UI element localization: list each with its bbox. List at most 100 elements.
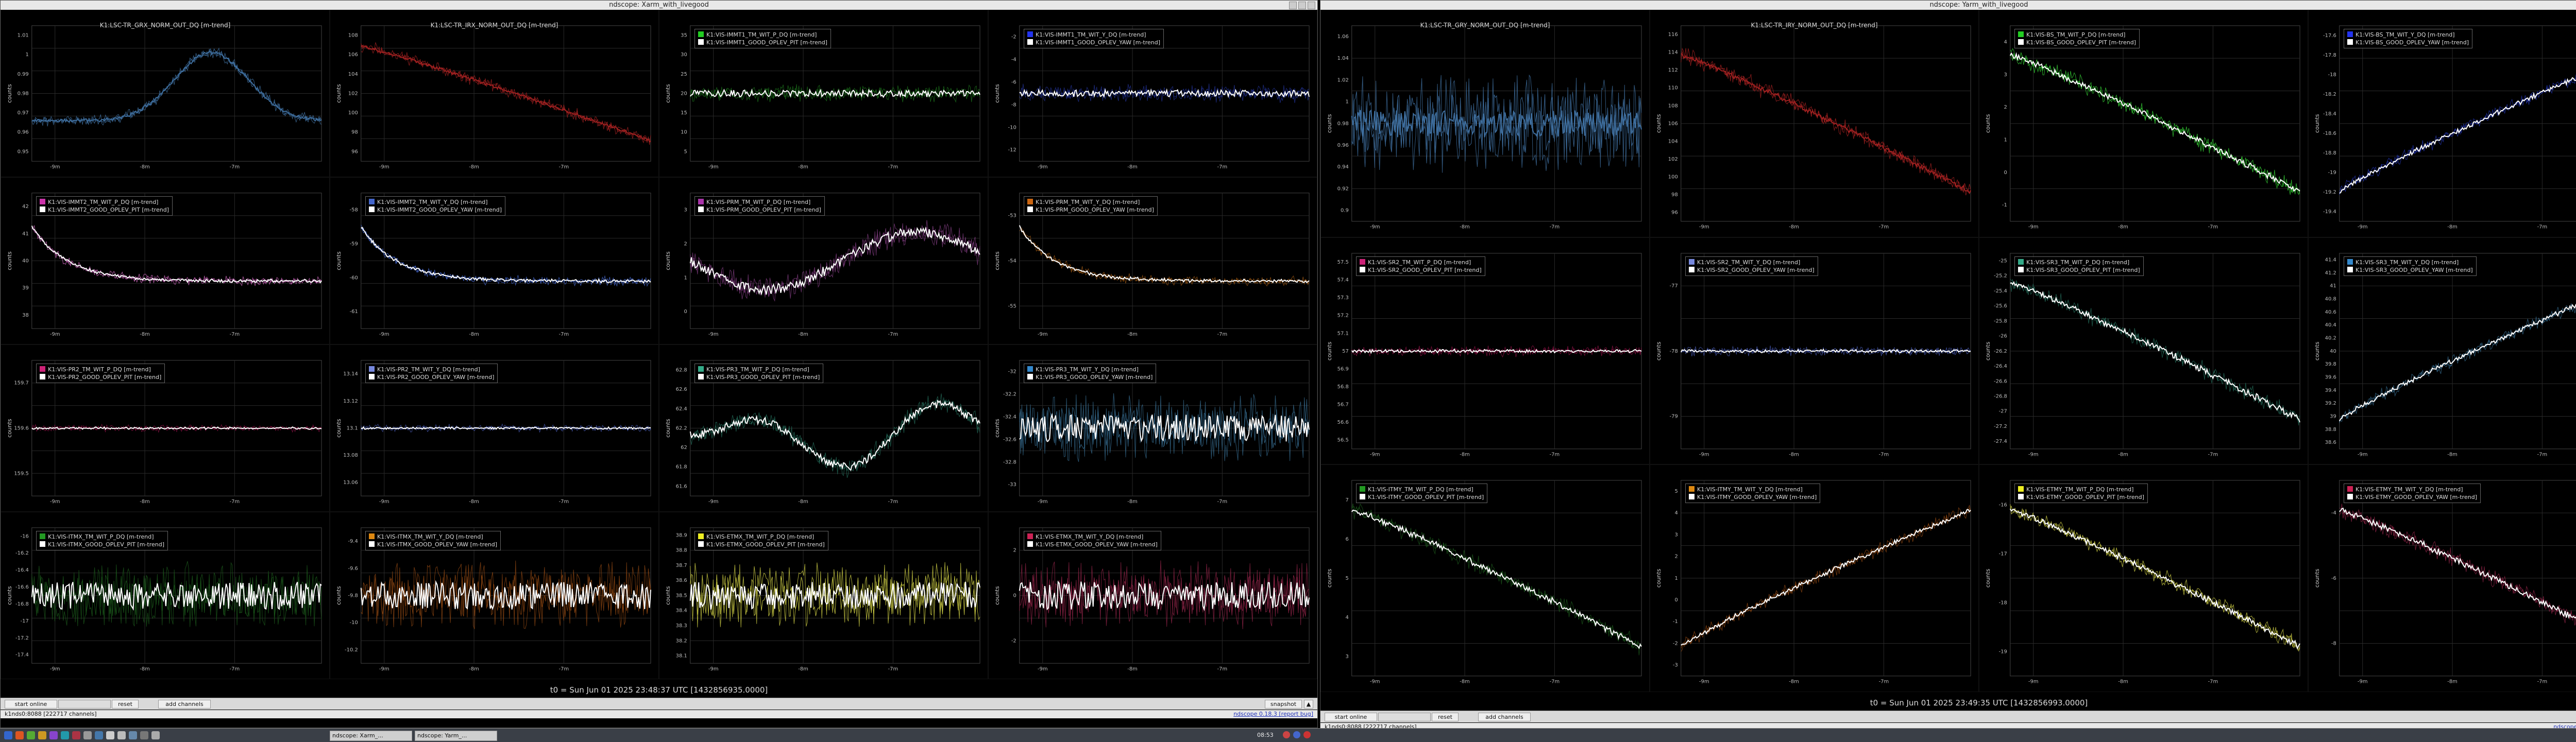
legend-entry[interactable]: K1:VIS-SR2_GOOD_OPLEV_PIT [m-trend] xyxy=(1360,266,1482,274)
plot-legend[interactable]: K1:VIS-SR3_TM_WIT_Y_DQ [m-trend] K1:VIS-S… xyxy=(2344,256,2477,276)
legend-entry[interactable]: K1:VIS-SR2_TM_WIT_P_DQ [m-trend] xyxy=(1360,258,1482,266)
legend-entry[interactable]: K1:VIS-SR3_TM_WIT_Y_DQ [m-trend] xyxy=(2347,258,2473,266)
legend-entry[interactable]: K1:VIS-ETMY_TM_WIT_P_DQ [m-trend] xyxy=(2018,486,2144,493)
taskbar-window-button[interactable]: ndscope: Xarm_... xyxy=(330,731,412,741)
legend-entry[interactable]: K1:VIS-ETMX_TM_WIT_P_DQ [m-trend] xyxy=(698,533,825,541)
legend-entry[interactable]: K1:VIS-ITMX_GOOD_OPLEV_PIT [m-trend] xyxy=(40,541,164,548)
plot-legend[interactable]: K1:VIS-PR3_TM_WIT_P_DQ [m-trend] K1:VIS-P… xyxy=(694,364,824,383)
plot-legend[interactable]: K1:VIS-IMMT2_TM_WIT_Y_DQ [m-trend] K1:VIS… xyxy=(365,196,506,216)
plot-legend[interactable]: K1:VIS-BS_TM_WIT_Y_DQ [m-trend] K1:VIS-BS… xyxy=(2344,29,2473,48)
legend-entry[interactable]: K1:VIS-IMMT1_TM_WIT_Y_DQ [m-trend] xyxy=(1027,31,1160,39)
legend-entry[interactable]: K1:VIS-IMMT2_TM_WIT_Y_DQ [m-trend] xyxy=(369,198,502,206)
plot-panel[interactable]: 57.5 57.4 57.3 57.2 57.1 57 56.9 56.8 56.7 56.6 56… xyxy=(1320,237,1650,465)
legend-entry[interactable]: K1:VIS-BS_TM_WIT_P_DQ [m-trend] xyxy=(2018,31,2136,39)
legend-entry[interactable]: K1:VIS-ITMY_TM_WIT_Y_DQ [m-trend] xyxy=(1689,486,1817,493)
legend-entry[interactable]: K1:VIS-SR2_GOOD_OPLEV_YAW [m-trend] xyxy=(1689,266,1815,274)
plot-canvas[interactable]: 108 106 104 102 100 98 96 -9m -8m -7m counts xyxy=(330,10,658,177)
plot-panel[interactable]: 13.14 13.12 13.1 13.08 13.06 -9m -8m -7m counts K… xyxy=(330,344,659,512)
legend-entry[interactable]: K1:VIS-BS_GOOD_OPLEV_YAW [m-trend] xyxy=(2347,39,2469,46)
legend-entry[interactable]: K1:VIS-ETMY_GOOD_OPLEV_YAW [m-trend] xyxy=(2347,493,2477,501)
plot-panel[interactable]: -32 -32.2 -32.4 -32.6 -32.8 -33 -9m -8m -7m count… xyxy=(988,344,1317,512)
taskbar-window-button[interactable]: ndscope: Yarm_... xyxy=(415,731,497,741)
plot-panel[interactable]: -53 -54 -55 -9m -8m -7m counts K1:VIS-PRM_TM_WI… xyxy=(988,177,1317,344)
plot-panel[interactable]: -58 -59 -60 -61 -9m -8m -7m counts K1:VIS-IMMT2_… xyxy=(330,177,659,344)
plot-panel[interactable]: -17.6 -17.8 -18 -18.2 -18.4 -18.6 -18.8 -19 -19.… xyxy=(2308,10,2576,237)
plot-legend[interactable]: K1:VIS-SR2_TM_WIT_Y_DQ [m-trend] K1:VIS-S… xyxy=(1685,256,1818,276)
window-titlebar[interactable]: ndscope: Xarm_with_livegood xyxy=(1,1,1317,10)
legend-entry[interactable]: K1:VIS-PR2_TM_WIT_Y_DQ [m-trend] xyxy=(369,366,494,373)
legend-entry[interactable]: K1:VIS-SR3_GOOD_OPLEV_YAW [m-trend] xyxy=(2347,266,2473,274)
plot-legend[interactable]: K1:VIS-PR2_TM_WIT_Y_DQ [m-trend] K1:VIS-P… xyxy=(365,364,498,383)
plot-legend[interactable]: K1:VIS-PR2_TM_WIT_P_DQ [m-trend] K1:VIS-P… xyxy=(36,364,165,383)
legend-entry[interactable]: K1:VIS-SR3_GOOD_OPLEV_PIT [m-trend] xyxy=(2018,266,2140,274)
plot-panel[interactable]: 3 2 1 0 -9m -8m -7m counts K1:VIS-PRM_TM_WIT_P_D… xyxy=(659,177,988,344)
launcher-icon[interactable] xyxy=(117,731,126,739)
window-titlebar[interactable]: ndscope: Yarm_with_livegood xyxy=(1320,1,2576,10)
tray-icon[interactable] xyxy=(1283,731,1290,738)
legend-entry[interactable]: K1:VIS-IMMT2_GOOD_OPLEV_PIT [m-trend] xyxy=(40,206,169,214)
plot-panel[interactable]: -2 -4 -6 -8 -10 -12 -9m -8m -7m counts K1:VIS-IMMT… xyxy=(988,10,1317,177)
plot-legend[interactable]: K1:VIS-BS_TM_WIT_P_DQ [m-trend] K1:VIS-BS… xyxy=(2014,29,2140,48)
legend-entry[interactable]: K1:VIS-ITMX_TM_WIT_Y_DQ [m-trend] xyxy=(369,533,497,541)
plot-panel[interactable]: -4 -6 -8 -9m -8m -7m counts K1:VIS-ETMY_TM_WIT_… xyxy=(2308,464,2576,692)
plot-panel[interactable]: 35 30 25 20 15 10 5 -9m -8m -7m counts K1:VIS-IMMT1… xyxy=(659,10,988,177)
plot-panel[interactable]: -77 -78 -79 -9m -8m -7m counts K1:VIS-SR2_TM_WI… xyxy=(1650,237,1979,465)
plot-panel[interactable]: 159.7 159.6 159.5 -9m -8m -7m counts K1:VIS-PR2… xyxy=(1,344,330,512)
legend-entry[interactable]: K1:VIS-ETMX_TM_WIT_Y_DQ [m-trend] xyxy=(1027,533,1158,541)
plot-legend[interactable]: K1:VIS-PRM_TM_WIT_Y_DQ [m-trend] K1:VIS-P… xyxy=(1024,196,1158,216)
plot-legend[interactable]: K1:VIS-ITMY_TM_WIT_P_DQ [m-trend] K1:VIS-… xyxy=(1356,484,1488,504)
plot-panel[interactable]: 62.8 62.6 62.4 62.2 62 61.8 61.6 -9m -8m -7m count… xyxy=(659,344,988,512)
launcher-icon[interactable] xyxy=(38,731,46,739)
blank-button[interactable] xyxy=(1378,713,1431,721)
plot-legend[interactable]: K1:VIS-SR2_TM_WIT_P_DQ [m-trend] K1:VIS-S… xyxy=(1356,256,1485,276)
legend-entry[interactable]: K1:VIS-IMMT1_TM_WIT_P_DQ [m-trend] xyxy=(698,31,827,39)
reset-button[interactable]: reset xyxy=(1432,713,1459,721)
tray-icon[interactable] xyxy=(1303,731,1311,738)
legend-entry[interactable]: K1:VIS-PR3_GOOD_OPLEV_YAW [m-trend] xyxy=(1027,373,1153,381)
plot-canvas[interactable]: 116 114 112 110 108 106 104 102 100 98 96 -9m -8m -7m… xyxy=(1650,10,1978,237)
tray-icon[interactable] xyxy=(1293,731,1300,738)
legend-entry[interactable]: K1:VIS-ETMY_GOOD_OPLEV_PIT [m-trend] xyxy=(2018,493,2144,501)
legend-entry[interactable]: K1:VIS-ITMY_GOOD_OPLEV_PIT [m-trend] xyxy=(1360,493,1484,501)
legend-entry[interactable]: K1:VIS-PRM_TM_WIT_Y_DQ [m-trend] xyxy=(1027,198,1154,206)
plot-panel[interactable]: 41.4 41.2 41 40.8 40.6 40.4 40.2 40 39.8 39.6 39.4… xyxy=(2308,237,2576,465)
plot-panel[interactable]: -16 -17 -18 -19 -9m -8m -7m counts K1:VIS-ETMY_T… xyxy=(1979,464,2308,692)
up-arrow-icon[interactable]: ▲ xyxy=(1304,700,1313,709)
launcher-icon[interactable] xyxy=(151,731,160,739)
launcher-icon[interactable] xyxy=(49,731,58,739)
plot-panel[interactable]: 108 106 104 102 100 98 96 -9m -8m -7m counts K1:LSC… xyxy=(330,10,659,177)
plot-legend[interactable]: K1:VIS-ETMX_TM_WIT_Y_DQ [m-trend] K1:VIS-… xyxy=(1024,531,1161,550)
legend-entry[interactable]: K1:VIS-ETMX_GOOD_OPLEV_PIT [m-trend] xyxy=(698,541,825,548)
plot-legend[interactable]: K1:VIS-SR3_TM_WIT_P_DQ [m-trend] K1:VIS-S… xyxy=(2014,256,2144,276)
plot-legend[interactable]: K1:VIS-IMMT2_TM_WIT_P_DQ [m-trend] K1:VIS… xyxy=(36,196,173,216)
legend-entry[interactable]: K1:VIS-BS_GOOD_OPLEV_PIT [m-trend] xyxy=(2018,39,2136,46)
launcher-icon[interactable] xyxy=(27,731,35,739)
plot-panel[interactable]: -25 -25.2 -25.4 -25.6 -25.8 -26 -26.2 -26.4 -26.… xyxy=(1979,237,2308,465)
plot-panel[interactable]: 38.9 38.8 38.7 38.6 38.5 38.4 38.3 38.2 38.1 -9m -… xyxy=(659,512,988,679)
launcher-icon[interactable] xyxy=(4,731,12,739)
legend-entry[interactable]: K1:VIS-IMMT2_GOOD_OPLEV_YAW [m-trend] xyxy=(369,206,502,214)
legend-entry[interactable]: K1:VIS-ETMY_TM_WIT_Y_DQ [m-trend] xyxy=(2347,486,2477,493)
plot-panel[interactable]: 1.06 1.04 1.02 1 0.98 0.96 0.94 0.92 0.9 -9m -8m -7… xyxy=(1320,10,1650,237)
legend-entry[interactable]: K1:VIS-PR2_TM_WIT_P_DQ [m-trend] xyxy=(40,366,161,373)
legend-entry[interactable]: K1:VIS-PRM_GOOD_OPLEV_YAW [m-trend] xyxy=(1027,206,1154,214)
legend-entry[interactable]: K1:VIS-PR3_TM_WIT_P_DQ [m-trend] xyxy=(698,366,820,373)
legend-entry[interactable]: K1:VIS-PRM_GOOD_OPLEV_PIT [m-trend] xyxy=(698,206,821,214)
plot-legend[interactable]: K1:VIS-IMMT1_TM_WIT_P_DQ [m-trend] K1:VIS… xyxy=(694,29,831,48)
close-icon[interactable] xyxy=(1308,2,1315,9)
launcher-icon[interactable] xyxy=(140,731,148,739)
launcher-icon[interactable] xyxy=(83,731,92,739)
plot-panel[interactable]: 116 114 112 110 108 106 104 102 100 98 96 -9m -8m -7m… xyxy=(1650,10,1979,237)
legend-entry[interactable]: K1:VIS-PR3_GOOD_OPLEV_PIT [m-trend] xyxy=(698,373,820,381)
plot-legend[interactable]: K1:VIS-ITMY_TM_WIT_Y_DQ [m-trend] K1:VIS-… xyxy=(1685,484,1821,504)
plot-legend[interactable]: K1:VIS-PR3_TM_WIT_Y_DQ [m-trend] K1:VIS-P… xyxy=(1024,364,1157,383)
legend-entry[interactable]: K1:VIS-ETMX_GOOD_OPLEV_YAW [m-trend] xyxy=(1027,541,1158,548)
legend-entry[interactable]: K1:VIS-PRM_TM_WIT_P_DQ [m-trend] xyxy=(698,198,821,206)
legend-entry[interactable]: K1:VIS-SR3_TM_WIT_P_DQ [m-trend] xyxy=(2018,258,2140,266)
launcher-icon[interactable] xyxy=(72,731,80,739)
plot-panel[interactable]: -16 -16.2 -16.4 -16.6 -16.8 -17 -17.2 -17.4 -9m -… xyxy=(1,512,330,679)
legend-entry[interactable]: K1:VIS-IMMT2_TM_WIT_P_DQ [m-trend] xyxy=(40,198,169,206)
plot-legend[interactable]: K1:VIS-ITMX_TM_WIT_P_DQ [m-trend] K1:VIS-… xyxy=(36,531,168,550)
legend-entry[interactable]: K1:VIS-PR2_GOOD_OPLEV_PIT [m-trend] xyxy=(40,373,161,381)
launcher-icon[interactable] xyxy=(106,731,114,739)
